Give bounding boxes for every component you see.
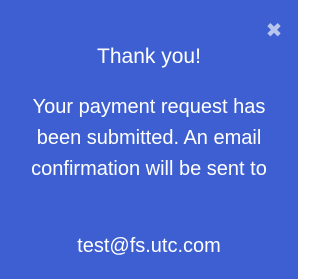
confirmation-message: Your payment request has been submitted.… xyxy=(31,96,267,180)
confirmation-email: test@fs.utc.com xyxy=(77,235,221,257)
close-icon[interactable]: ✖ xyxy=(264,20,284,40)
dialog-title: Thank you! xyxy=(97,45,201,68)
payment-confirmation-dialog: ✖ Thank you! Your payment request has be… xyxy=(0,0,298,279)
